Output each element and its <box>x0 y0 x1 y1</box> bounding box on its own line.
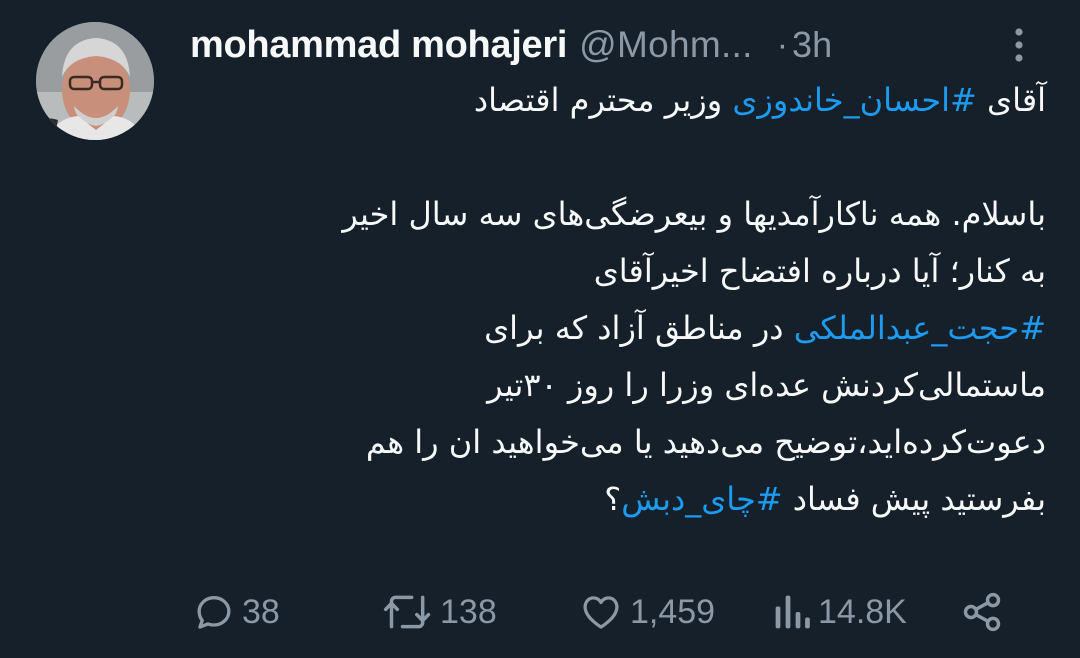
tweet-text: آقای #احسان_خاندوزی وزیر محترم اقتصاد باس… <box>180 72 1046 528</box>
hashtag-link[interactable]: #چای_دبش <box>621 480 782 518</box>
avatar[interactable] <box>36 22 154 140</box>
author-name[interactable]: mohammad mohajeri <box>190 24 567 67</box>
reply-button[interactable]: 38 <box>192 585 280 639</box>
tweet-text-segment: بفرستید پیش فساد <box>782 480 1046 518</box>
tweet-text-segment: باسلام. همه ناکارآمدیها و بیعرضگی‌های سه… <box>342 195 1046 233</box>
tweet-time[interactable]: 3h <box>792 24 832 66</box>
heart-icon <box>583 596 619 629</box>
like-button[interactable]: 1,459 <box>578 585 715 639</box>
header-separator: · <box>776 25 789 64</box>
share-icon <box>963 592 1001 632</box>
hashtag-link[interactable]: #حجت_عبدالملکی <box>794 309 1046 347</box>
tweet-text-line: باسلام. همه ناکارآمدیها و بیعرضگی‌های سه… <box>180 186 1046 243</box>
tweet-text-line: #حجت_عبدالملکی در مناطق آزاد که برای <box>180 300 1046 357</box>
tweet-text-segment: ماستمالی‌کردنش عده‌ای وزرا را روز ۳۰تیر <box>487 366 1046 404</box>
reply-icon <box>197 596 231 629</box>
tweet-text-line: بفرستید پیش فساد #چای_دبش؟ <box>180 471 1046 528</box>
author-handle[interactable]: @Mohm... <box>579 24 753 66</box>
tweet-text-line: به کنار؛ آیا درباره افتضاح اخیرآقای <box>180 243 1046 300</box>
hashtag-link[interactable]: #احسان_خاندوزی <box>732 81 976 119</box>
reply-count: 38 <box>242 592 280 631</box>
tweet-text-segment: دعوت‌کرده‌اید،توضیح می‌دهید یا می‌خواهید… <box>365 423 1046 461</box>
views-count: 14.8K <box>818 592 907 631</box>
retweet-button[interactable]: 138 <box>382 585 497 639</box>
tweet-text-line: ماستمالی‌کردنش عده‌ای وزرا را روز ۳۰تیر <box>180 357 1046 414</box>
like-count: 1,459 <box>630 592 716 631</box>
tweet-header: mohammad mohajeri @Mohm... · 3h <box>190 20 1050 70</box>
tweet-text-segment: آقای <box>976 81 1046 119</box>
more-options-button[interactable] <box>1005 24 1033 66</box>
tweet-text-segment: به کنار؛ آیا درباره افتضاح اخیرآقای <box>593 252 1046 290</box>
views-icon <box>775 595 810 629</box>
share-button[interactable] <box>960 585 1004 639</box>
tweet-text-segment: وزیر محترم اقتصاد <box>473 81 733 119</box>
tweet-text-segment: ؟ <box>604 480 622 518</box>
tweet-text-line: آقای #احسان_خاندوزی وزیر محترم اقتصاد <box>180 72 1046 129</box>
avatar-photo <box>36 22 154 140</box>
tweet-actions: 38 138 1,459 14.8K <box>0 585 1080 639</box>
retweet-icon <box>383 595 431 629</box>
more-vertical-icon <box>1015 28 1023 62</box>
views-button[interactable]: 14.8K <box>772 585 907 639</box>
tweet-text-line: دعوت‌کرده‌اید،توضیح می‌دهید یا می‌خواهید… <box>180 414 1046 471</box>
retweet-count: 138 <box>440 592 497 631</box>
tweet-text-segment: در مناطق آزاد که برای <box>484 309 794 347</box>
